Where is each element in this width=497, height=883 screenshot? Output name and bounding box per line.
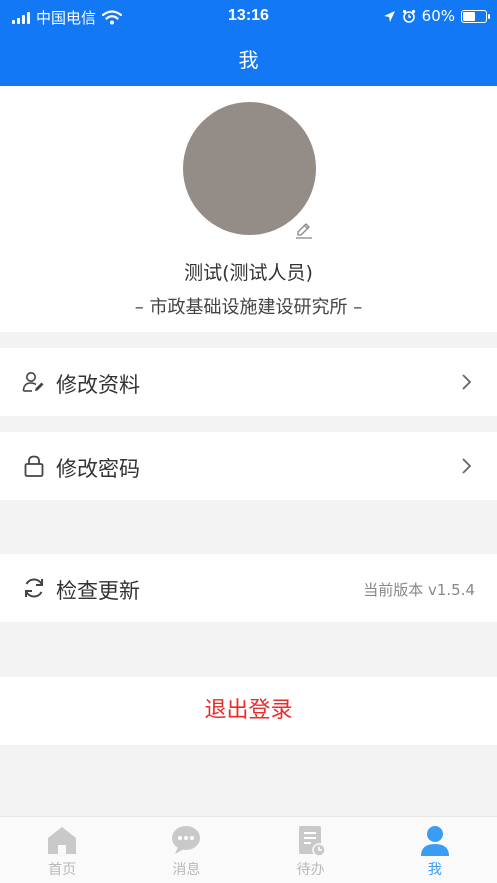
location-icon <box>383 10 395 22</box>
app: 中国电信 13:16 60% 我 测试(测试人员) – 市政基础设施建设研究所 … <box>0 0 497 883</box>
tab-todo[interactable]: 待办 <box>249 817 373 883</box>
edit-profile-label: 修改资料 <box>56 373 140 397</box>
avatar[interactable] <box>183 102 316 235</box>
battery-percent: 60% <box>421 7 455 25</box>
change-password-row[interactable]: 修改密码 <box>0 432 497 500</box>
tab-messages-label: 消息 <box>172 862 201 878</box>
tab-home-label: 首页 <box>48 862 77 878</box>
user-organization: – 市政基础设施建设研究所 – <box>134 297 363 318</box>
home-icon <box>48 827 77 854</box>
refresh-icon <box>25 578 43 598</box>
tab-home[interactable]: 首页 <box>0 817 124 883</box>
alarm-icon <box>402 9 415 23</box>
user-name: 测试(测试人员) <box>184 262 313 284</box>
check-update-row[interactable]: 检查更新 当前版本 v1.5.4 <box>0 554 497 622</box>
tab-todo-label: 待办 <box>296 862 325 878</box>
todo-icon <box>298 826 326 857</box>
battery-fill <box>463 11 475 21</box>
page-title: 我 <box>238 48 259 72</box>
user-edit-icon <box>22 372 44 392</box>
logout-button[interactable]: 退出登录 <box>0 677 497 745</box>
top-bar: 中国电信 13:16 60% 我 <box>0 0 497 86</box>
tab-bar: 首页 消息 待办 我 <box>0 816 497 883</box>
profile-section: 测试(测试人员) – 市政基础设施建设研究所 – <box>0 86 497 332</box>
status-right: 60% <box>383 7 490 25</box>
version-label: 当前版本 v1.5.4 <box>363 581 475 599</box>
tab-me-label: 我 <box>427 862 442 878</box>
user-icon <box>420 826 449 856</box>
tab-messages[interactable]: 消息 <box>124 817 248 883</box>
status-bar: 中国电信 13:16 60% <box>0 0 497 34</box>
chevron-right-icon <box>462 458 472 474</box>
check-update-label: 检查更新 <box>56 579 140 603</box>
battery-icon <box>461 9 490 23</box>
lock-icon <box>24 455 44 477</box>
change-password-label: 修改密码 <box>56 457 140 481</box>
edit-pencil-icon[interactable] <box>294 220 314 240</box>
chevron-right-icon <box>462 374 472 390</box>
edit-profile-row[interactable]: 修改资料 <box>0 348 497 416</box>
message-icon <box>172 826 201 854</box>
tab-me[interactable]: 我 <box>373 817 497 883</box>
